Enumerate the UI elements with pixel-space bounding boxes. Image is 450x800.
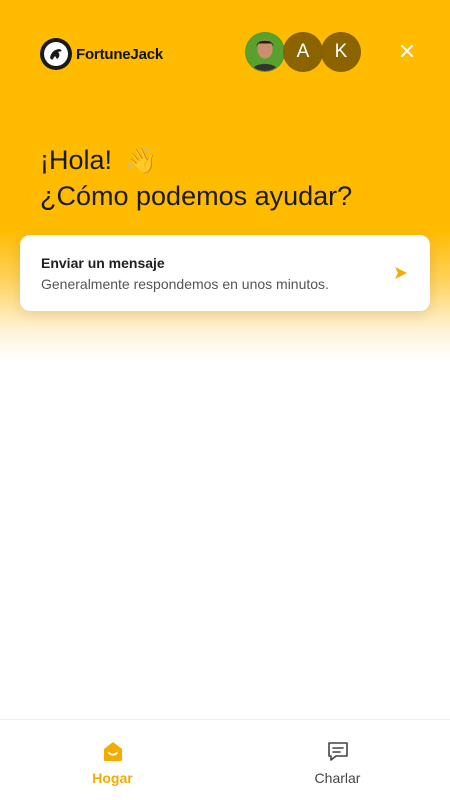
home-icon (102, 740, 124, 762)
close-button[interactable] (396, 40, 418, 62)
greeting-hello: ¡Hola! (40, 145, 113, 175)
brand-name: FortuneJack (76, 45, 163, 63)
send-message-card[interactable]: Enviar un mensaje Generalmente respondem… (20, 235, 430, 311)
avatar-letter: A (283, 32, 323, 72)
greeting-question: ¿Cómo podemos ayudar? (40, 181, 353, 211)
bottom-navigation: Hogar Charlar (0, 719, 450, 800)
avatar-initial: A (296, 41, 310, 62)
header: FortuneJack A K (40, 32, 426, 74)
agent-avatars: A K (245, 32, 361, 72)
tab-home-label: Hogar (92, 770, 133, 786)
greeting: ¡Hola! 👋 ¿Cómo podemos ayudar? (40, 143, 352, 214)
send-message-title: Enviar un mensaje (41, 255, 165, 271)
response-time-text: Generalmente respondemos en unos minutos… (41, 276, 329, 292)
send-arrow-icon (394, 266, 408, 285)
brand-logo-icon (40, 38, 72, 70)
avatar-initial: K (334, 41, 348, 62)
avatar-letter: K (321, 32, 361, 72)
tab-chat-label: Charlar (314, 770, 361, 786)
chat-icon (327, 740, 349, 762)
avatar-photo (245, 32, 285, 72)
brand-logo: FortuneJack (40, 38, 163, 70)
tab-home[interactable]: Hogar (0, 720, 225, 800)
tab-chat[interactable]: Charlar (225, 720, 450, 800)
wave-icon: 👋 (125, 147, 157, 175)
close-icon (401, 45, 413, 57)
